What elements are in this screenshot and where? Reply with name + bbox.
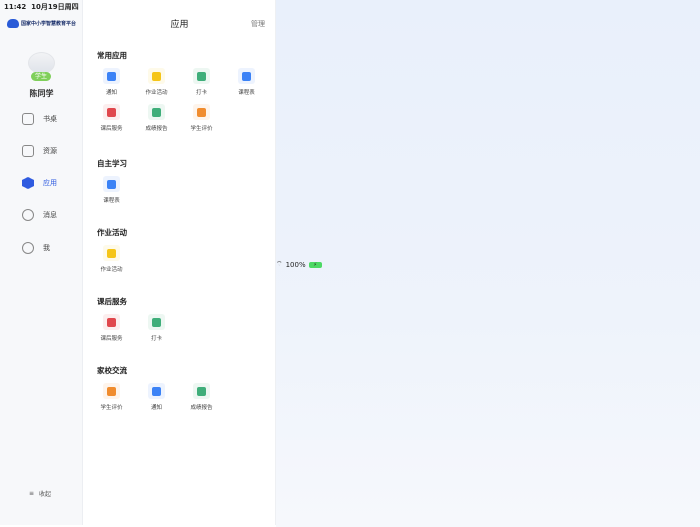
message-icon: [22, 209, 34, 221]
bell-icon: [152, 386, 161, 396]
app-section: 家校交流学生评价 通知 成绩报告: [97, 365, 272, 411]
sidebar-item-messages[interactable]: 消息: [22, 209, 57, 221]
app-label: 成绩报告: [190, 405, 213, 411]
app-item[interactable]: 课程表: [89, 176, 134, 204]
app-label: 课程表: [238, 90, 255, 96]
app-label: 课后服务: [100, 126, 123, 132]
role-badge: 学生: [31, 72, 51, 81]
app-label: 课程表: [103, 198, 120, 204]
section-title: 自主学习: [97, 159, 127, 168]
app-item[interactable]: 课后服务: [89, 314, 134, 342]
app-section: 作业活动 作业活动: [97, 227, 272, 273]
checkin-icon: [152, 317, 161, 327]
report-icon: [152, 107, 161, 117]
app-item[interactable]: 学生评价: [179, 104, 224, 132]
manage-button[interactable]: 管理: [251, 19, 265, 29]
sidebar-item-desk[interactable]: 书桌: [22, 113, 57, 125]
logo-icon: [7, 19, 19, 28]
app-label: 通知: [150, 405, 162, 411]
checkin-icon: [197, 71, 206, 81]
sidebar-item-apps[interactable]: 应用: [22, 177, 57, 189]
sidebar-item-me[interactable]: 我: [22, 242, 50, 254]
platform-logo: 国家中小学智慧教育平台: [7, 19, 76, 28]
welcome-area: 欢迎使用智慧中小学: [276, 0, 700, 525]
app-item[interactable]: 课程表: [224, 68, 269, 96]
homework-icon: [152, 71, 161, 81]
section-title: 作业活动: [97, 228, 127, 237]
app-item[interactable]: 打卡: [179, 68, 224, 96]
section-title: 常用应用: [97, 51, 127, 60]
app-label: 学生评价: [100, 405, 123, 411]
app-label: 课后服务: [100, 336, 123, 342]
app-section: 自主学习 课程表: [97, 158, 272, 204]
bookshelf-icon: [22, 113, 34, 125]
app-item[interactable]: 成绩报告: [179, 383, 224, 411]
apps-panel: 应用 管理 常用应用 通知 作业活动 打卡 课程表 课后服务 成绩报告 学生评价 自主学习 课程表…: [83, 0, 276, 525]
after-school-icon: [107, 107, 116, 117]
schedule-icon: [242, 71, 251, 81]
app-label: 打卡: [150, 336, 162, 342]
sidebar-item-resources[interactable]: 资源: [22, 145, 57, 157]
apps-icon: [22, 177, 34, 189]
app-item[interactable]: 课后服务: [89, 104, 134, 132]
page-title: 应用: [170, 20, 189, 30]
app-item[interactable]: 通知: [89, 68, 134, 96]
app-item[interactable]: 作业活动: [89, 245, 134, 273]
avatar[interactable]: [28, 52, 55, 74]
app-item[interactable]: 通知: [134, 383, 179, 411]
app-section: 常用应用通知 作业活动 打卡 课程表课后服务 成绩报告 学生评价: [97, 50, 272, 132]
thumbs-up-icon: [197, 107, 206, 117]
app-label: 学生评价: [190, 126, 213, 132]
bell-icon: [107, 71, 116, 81]
sidebar: 国家中小学智慧教育平台 学生 陈同学 书桌 资源 应用 消息 我 ≡ 收起: [0, 0, 83, 525]
app-item[interactable]: 成绩报告: [134, 104, 179, 132]
collapse-button[interactable]: ≡ 收起: [29, 489, 51, 498]
welcome-text: 欢迎使用智慧中小学: [456, 297, 520, 305]
app-label: 作业活动: [100, 267, 123, 273]
app-item[interactable]: 作业活动: [134, 68, 179, 96]
app-item[interactable]: 学生评价: [89, 383, 134, 411]
book-icon: [22, 145, 34, 157]
app-item[interactable]: 打卡: [134, 314, 179, 342]
thumbs-up-icon: [107, 386, 116, 396]
section-title: 课后服务: [97, 297, 127, 306]
menu-icon: ≡: [29, 490, 35, 497]
after-school-icon: [107, 317, 116, 327]
homework-icon: [107, 248, 116, 258]
app-label: 通知: [105, 90, 117, 96]
schedule-icon: [107, 179, 116, 189]
cloud-book-illustration: [436, 218, 521, 282]
app-label: 成绩报告: [145, 126, 168, 132]
username: 陈同学: [29, 89, 54, 98]
app-section: 课后服务 课后服务 打卡: [97, 296, 272, 342]
section-title: 家校交流: [97, 366, 127, 375]
app-label: 作业活动: [145, 90, 168, 96]
report-icon: [197, 386, 206, 396]
app-label: 打卡: [195, 90, 207, 96]
user-icon: [22, 242, 34, 254]
